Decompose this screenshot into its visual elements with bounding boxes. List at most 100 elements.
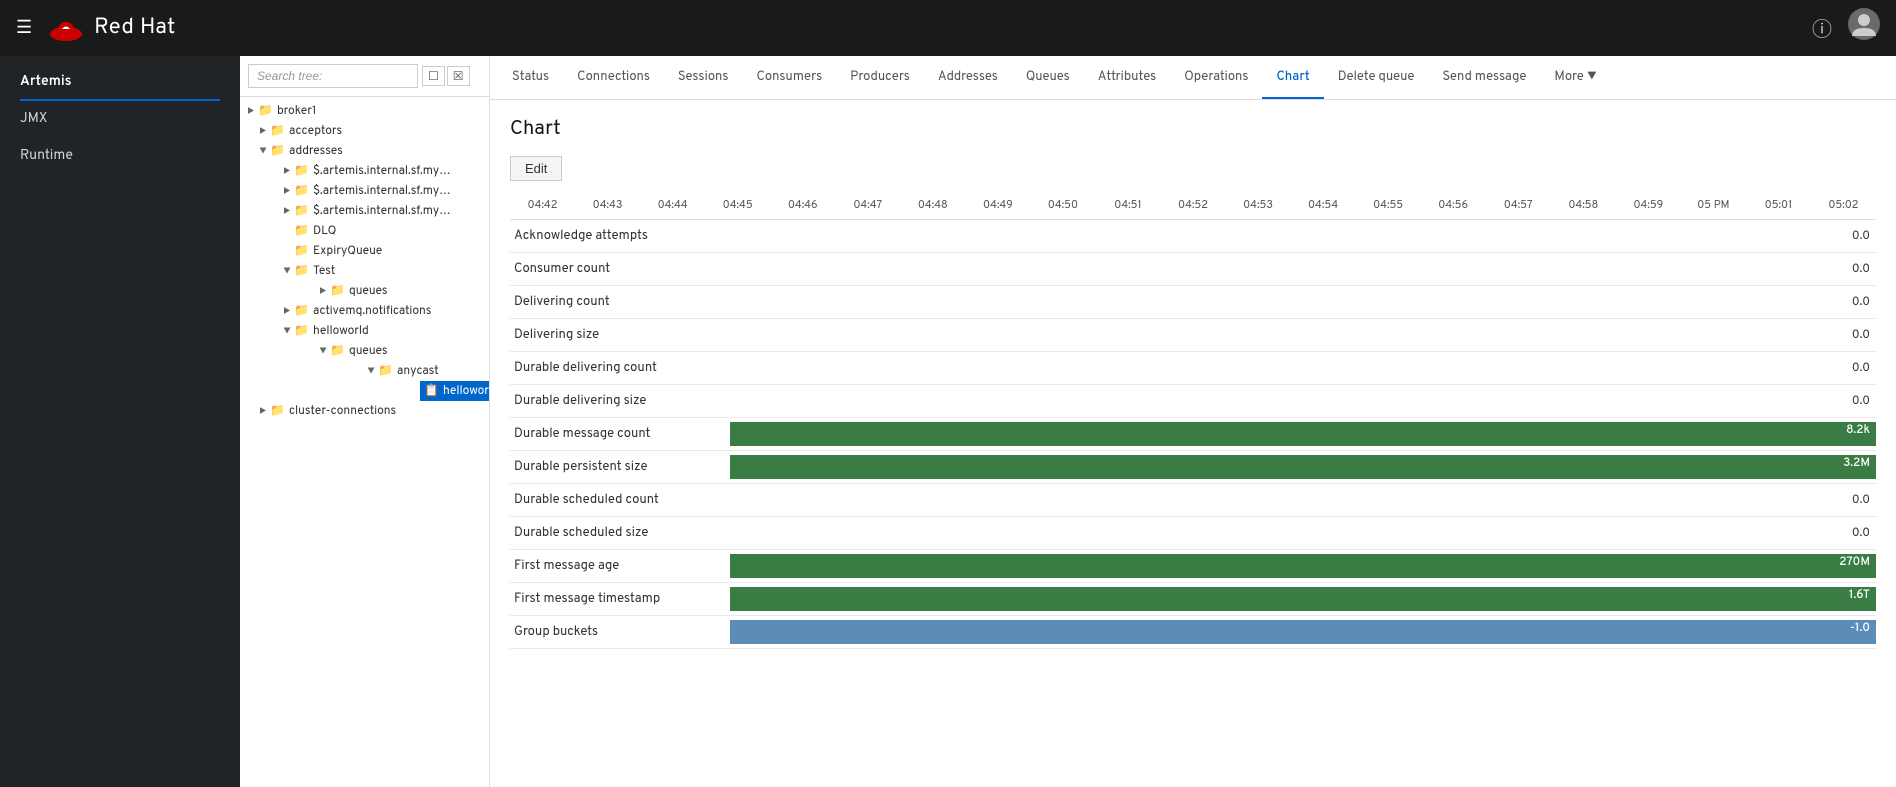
tab-addresses[interactable]: Addresses	[924, 57, 1012, 99]
tree-node-activemq: ▶ 📁 activemq.notifications	[252, 301, 489, 321]
top-nav: ☰ Red Hat ⓘ	[0, 0, 1896, 56]
tab-bar: Status Connections Sessions Consumers Pr…	[490, 56, 1896, 100]
folder-icon-queues-test: 📁	[330, 283, 345, 299]
toggle-activemq: ▶	[280, 305, 294, 318]
folder-icon-dlq: 📁	[294, 223, 309, 239]
tree-row-expiryqueue[interactable]: 📁 ExpiryQueue	[276, 241, 489, 261]
tree-row-acceptors[interactable]: ▶ 📁 acceptors	[252, 121, 489, 141]
toggle-test: ▼	[280, 265, 294, 278]
expand-all-button[interactable]: ☐	[422, 66, 445, 86]
tree-node-helloworld-leaf: 📋 helloworld ▶	[360, 381, 489, 401]
timeline-tick: 04:45	[705, 199, 770, 213]
tree-row-artemis1[interactable]: ▶ 📁 $.artemis.internal.sf.my-cluster....	[276, 161, 489, 181]
search-input[interactable]	[248, 64, 418, 88]
tree-node-broker1: ▶ 📁 broker1 ▶ 📁 acceptors ▼ �	[240, 101, 489, 421]
label-queues-test: queues	[349, 283, 388, 299]
tab-queues[interactable]: Queues	[1012, 57, 1084, 99]
tab-chart[interactable]: Chart	[1262, 57, 1323, 99]
label-artemis2: $.artemis.internal.sf.my-cluster....	[313, 183, 453, 199]
collapse-all-button[interactable]: ☒	[447, 66, 470, 86]
user-avatar[interactable]	[1848, 8, 1880, 48]
metric-bar-durable-persistent-size: 3.2M	[730, 455, 1876, 479]
folder-icon-cluster-connections: 📁	[270, 403, 285, 419]
tab-producers[interactable]: Producers	[836, 57, 924, 99]
metric-bar-area-durable-scheduled-count: 0.0	[730, 488, 1876, 512]
tree-row-cluster-connections[interactable]: ▶ 📁 cluster-connections	[252, 401, 489, 421]
tab-operations[interactable]: Operations	[1170, 57, 1262, 99]
edit-button[interactable]: Edit	[510, 156, 562, 181]
tree-row-queues-test[interactable]: ▶ 📁 queues	[312, 281, 489, 301]
tab-consumers[interactable]: Consumers	[742, 57, 836, 99]
top-nav-right: ⓘ	[1812, 8, 1880, 48]
tree-row-helloworld-leaf[interactable]: 📋 helloworld ▶	[420, 381, 489, 401]
tab-send-message[interactable]: Send message	[1428, 57, 1540, 99]
metric-label-durable-delivering-size: Durable delivering size	[510, 393, 730, 409]
tree-row-artemis2[interactable]: ▶ 📁 $.artemis.internal.sf.my-cluster....	[276, 181, 489, 201]
redhat-logo	[48, 14, 84, 42]
metric-label-durable-message-count: Durable message count	[510, 426, 730, 442]
metric-row-acknowledge-attempts: Acknowledge attempts0.0	[510, 220, 1876, 253]
tree-row-anycast[interactable]: ▼ 📁 anycast	[360, 361, 489, 381]
tree-node-expiryqueue: 📁 ExpiryQueue	[252, 241, 489, 261]
metric-label-first-message-timestamp: First message timestamp	[510, 591, 730, 607]
metric-bar-label-group-buckets: -1.0	[1850, 620, 1870, 636]
label-dlq: DLQ	[313, 223, 336, 239]
hamburger-menu[interactable]: ☰	[16, 17, 32, 40]
metric-label-delivering-size: Delivering size	[510, 327, 730, 343]
timeline-tick: 04:59	[1616, 199, 1681, 213]
tree-row-queues-hw[interactable]: ▼ 📁 queues	[312, 341, 489, 361]
timeline-tick: 05:01	[1746, 199, 1811, 213]
folder-icon-expiryqueue: 📁	[294, 243, 309, 259]
timeline-tick: 04:49	[965, 199, 1030, 213]
toggle-artemis1: ▶	[280, 165, 294, 178]
tree-node-queues-test: ▶ 📁 queues	[276, 281, 489, 301]
metric-bar-area-durable-scheduled-size: 0.0	[730, 521, 1876, 545]
folder-icon-broker1: 📁	[258, 103, 273, 119]
timeline-tick: 04:53	[1226, 199, 1291, 213]
tree-node-addresses: ▼ 📁 addresses ▶ 📁 $.artemis.internal.sf.…	[240, 141, 489, 401]
tab-connections[interactable]: Connections	[563, 57, 664, 99]
tab-sessions[interactable]: Sessions	[664, 57, 743, 99]
timeline-tick: 04:54	[1291, 199, 1356, 213]
tree-row-dlq[interactable]: 📁 DLQ	[276, 221, 489, 241]
chart-title: Chart	[510, 116, 1876, 142]
toggle-queues-test: ▶	[316, 285, 330, 298]
sidebar: Artemis JMX Runtime	[0, 56, 240, 787]
label-activemq: activemq.notifications	[313, 303, 431, 319]
timeline-tick: 04:58	[1551, 199, 1616, 213]
metric-value-durable-delivering-count: 0.0	[1826, 360, 1876, 376]
tree-row-activemq[interactable]: ▶ 📁 activemq.notifications	[276, 301, 489, 321]
label-helloworld-addr: helloworld	[313, 323, 369, 339]
tree-row-artemis3[interactable]: ▶ 📁 $.artemis.internal.sf.my-cluster....	[276, 201, 489, 221]
toggle-queues-hw: ▼	[316, 345, 330, 358]
tab-more[interactable]: More ▼	[1540, 57, 1611, 99]
tab-attributes[interactable]: Attributes	[1084, 57, 1170, 99]
tab-status[interactable]: Status	[498, 57, 563, 99]
label-anycast: anycast	[397, 363, 439, 379]
metric-label-durable-delivering-count: Durable delivering count	[510, 360, 730, 376]
sidebar-item-artemis[interactable]: Artemis	[0, 64, 240, 101]
sidebar-item-runtime[interactable]: Runtime	[0, 138, 240, 175]
metric-bar-area-delivering-count: 0.0	[730, 290, 1876, 314]
metric-label-delivering-count: Delivering count	[510, 294, 730, 310]
tree-node-anycast: ▼ 📁 anycast 📋 helloworld	[312, 361, 489, 401]
tree-row-helloworld-addr[interactable]: ▼ 📁 helloworld	[276, 321, 489, 341]
brand-name: Red Hat	[94, 15, 176, 42]
queue-icon-helloworld: 📋	[424, 383, 439, 399]
metric-bar-label-durable-persistent-size: 3.2M	[1843, 455, 1870, 471]
sidebar-item-jmx[interactable]: JMX	[0, 101, 240, 138]
logo-area: Red Hat	[48, 14, 176, 42]
toggle-anycast: ▼	[364, 365, 378, 378]
timeline-tick: 04:57	[1486, 199, 1551, 213]
folder-icon-acceptors: 📁	[270, 123, 285, 139]
metric-label-consumer-count: Consumer count	[510, 261, 730, 277]
toggle-broker1: ▶	[244, 105, 258, 118]
metric-row-consumer-count: Consumer count0.0	[510, 253, 1876, 286]
tree-row-test[interactable]: ▼ 📁 Test	[276, 261, 489, 281]
tree-row-addresses[interactable]: ▼ 📁 addresses	[252, 141, 489, 161]
tab-delete-queue[interactable]: Delete queue	[1324, 57, 1429, 99]
tree-row-broker1[interactable]: ▶ 📁 broker1	[240, 101, 489, 121]
label-helloworld-leaf: helloworld	[443, 383, 489, 399]
timeline-tick: 04:56	[1421, 199, 1486, 213]
help-icon[interactable]: ⓘ	[1812, 13, 1832, 44]
